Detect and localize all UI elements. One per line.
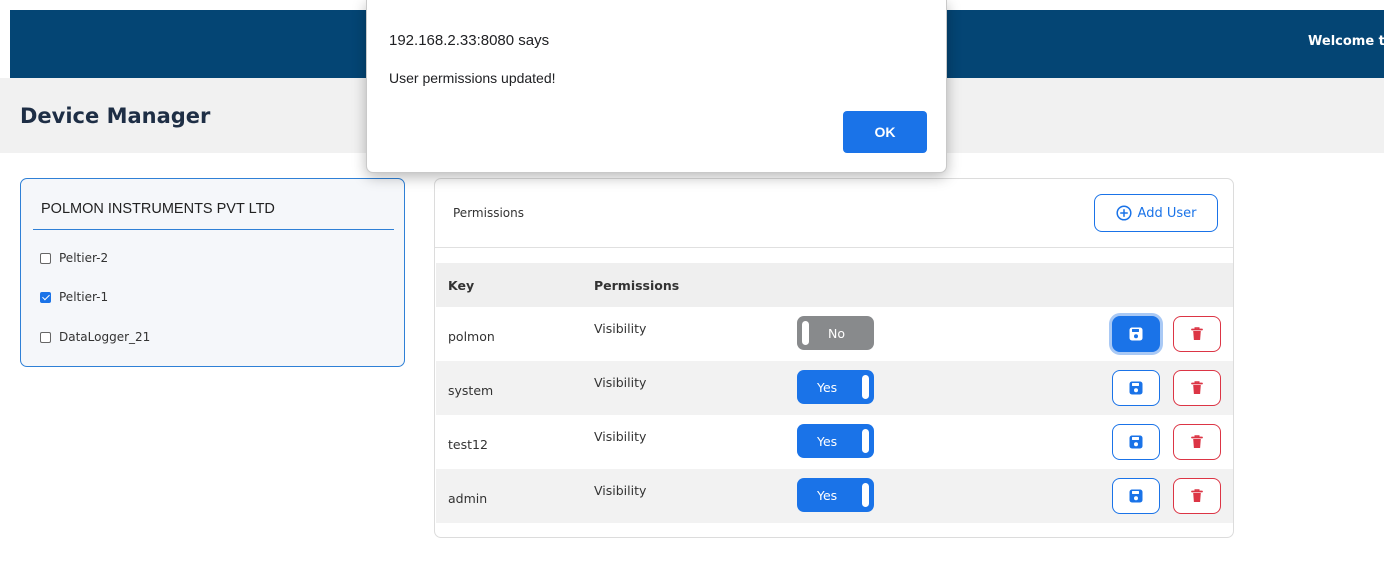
row-key: polmon — [448, 329, 495, 344]
dialog-message: User permissions updated! — [389, 70, 556, 86]
device-checkbox[interactable] — [40, 252, 51, 264]
toggle-label: Yes — [817, 434, 838, 449]
delete-button[interactable] — [1173, 478, 1221, 514]
floppy-disk-icon — [1129, 435, 1143, 449]
device-item-peltier-2[interactable]: Peltier-2 — [40, 251, 108, 265]
page-title: Device Manager — [20, 104, 211, 128]
toggle-knob — [862, 429, 869, 453]
device-checkbox[interactable] — [40, 291, 51, 303]
visibility-toggle[interactable]: Yes — [797, 370, 874, 404]
add-user-label: Add User — [1137, 205, 1197, 221]
device-label: DataLogger_21 — [59, 330, 151, 344]
toggle-knob — [862, 375, 869, 399]
plus-circle-icon — [1115, 205, 1132, 221]
trash-icon — [1191, 327, 1203, 340]
add-user-button[interactable]: Add User — [1094, 194, 1218, 232]
permissions-section-label: Permissions — [453, 206, 524, 220]
save-button[interactable] — [1112, 316, 1160, 352]
delete-button[interactable] — [1173, 424, 1221, 460]
dialog-origin: 192.168.2.33:8080 says — [389, 32, 550, 49]
row-key: admin — [448, 491, 488, 506]
row-permission: Visibility — [594, 321, 647, 336]
visibility-toggle[interactable]: No — [797, 316, 874, 350]
delete-button[interactable] — [1173, 370, 1221, 406]
device-item-datalogger-21[interactable]: DataLogger_21 — [40, 330, 150, 344]
divider — [435, 247, 1233, 248]
toggle-knob — [862, 483, 869, 507]
device-label: Peltier-1 — [59, 290, 109, 304]
visibility-toggle[interactable]: Yes — [797, 478, 874, 512]
table-row: system Visibility Yes — [436, 361, 1233, 415]
visibility-toggle[interactable]: Yes — [797, 424, 874, 458]
row-key: test12 — [448, 437, 488, 452]
permissions-panel: Permissions Add User Key Permissions pol… — [434, 178, 1234, 538]
ok-button[interactable]: OK — [843, 111, 927, 153]
alert-dialog: 192.168.2.33:8080 says User permissions … — [366, 0, 947, 173]
toggle-label: Yes — [817, 380, 838, 395]
divider — [33, 229, 394, 230]
company-name: POLMON INSTRUMENTS PVT LTD — [41, 201, 275, 217]
save-button[interactable] — [1112, 370, 1160, 406]
column-header-permissions: Permissions — [594, 278, 680, 293]
floppy-disk-icon — [1129, 381, 1143, 395]
welcome-text: Welcome to — [1308, 34, 1384, 49]
device-item-peltier-1[interactable]: Peltier-1 — [40, 290, 108, 304]
save-button[interactable] — [1112, 478, 1160, 514]
table-row: test12 Visibility Yes — [436, 415, 1233, 469]
row-key: system — [448, 383, 494, 398]
trash-icon — [1191, 435, 1203, 448]
toggle-label: Yes — [817, 488, 838, 503]
row-permission: Visibility — [594, 429, 647, 444]
trash-icon — [1191, 381, 1203, 394]
company-device-panel: POLMON INSTRUMENTS PVT LTD Peltier-2 Pel… — [20, 178, 405, 367]
device-checkbox[interactable] — [40, 331, 51, 343]
delete-button[interactable] — [1173, 316, 1221, 352]
table-header: Key Permissions — [436, 263, 1233, 307]
column-header-key: Key — [448, 278, 475, 293]
toggle-label: No — [828, 326, 845, 341]
table-row: polmon Visibility No — [436, 307, 1233, 361]
device-label: Peltier-2 — [59, 251, 109, 265]
row-permission: Visibility — [594, 375, 647, 390]
toggle-knob — [802, 321, 809, 345]
floppy-disk-icon — [1129, 489, 1143, 503]
row-permission: Visibility — [594, 483, 647, 498]
trash-icon — [1191, 489, 1203, 502]
floppy-disk-icon — [1129, 327, 1143, 341]
table-row: admin Visibility Yes — [436, 469, 1233, 523]
save-button[interactable] — [1112, 424, 1160, 460]
